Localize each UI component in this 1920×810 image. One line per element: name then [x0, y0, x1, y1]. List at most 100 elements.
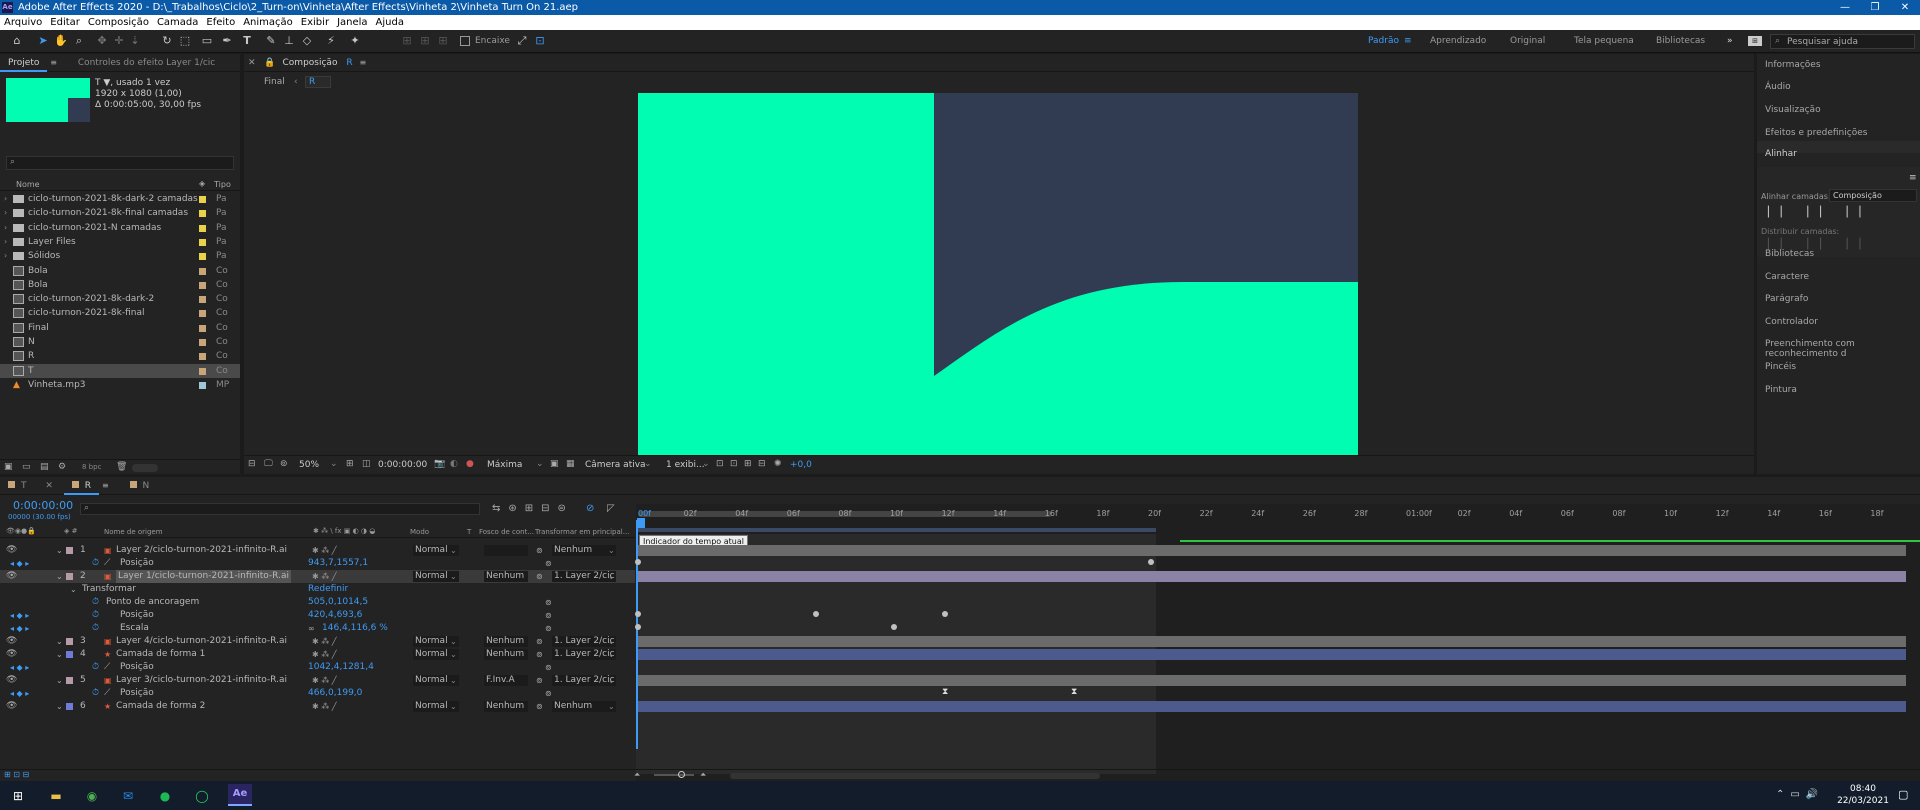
- chevron-down-icon[interactable]: ⌄: [56, 635, 63, 648]
- stopwatch-icon[interactable]: ⏱: [92, 609, 99, 622]
- label-color[interactable]: [199, 367, 206, 375]
- transparency-grid-icon[interactable]: ▦: [566, 459, 575, 469]
- menu-animacao[interactable]: Animação: [239, 15, 297, 30]
- stopwatch-icon[interactable]: ⏱: [92, 687, 99, 700]
- snap-checkbox[interactable]: [460, 36, 470, 46]
- property-value[interactable]: 505,0,1014,5: [308, 596, 368, 609]
- menu-janela[interactable]: Janela: [333, 15, 371, 30]
- panel-paragrafo[interactable]: Parágrafo: [1765, 294, 1808, 304]
- align-target-select[interactable]: Composição: [1829, 189, 1917, 202]
- tab-comp-r[interactable]: R: [63, 477, 100, 495]
- constrain-proportions-icon[interactable]: ∞: [308, 622, 315, 635]
- panel-efeitos-e-predefinicoes[interactable]: Efeitos e predefinições: [1765, 128, 1867, 138]
- layer-label-color[interactable]: [66, 703, 73, 710]
- tab-comp-name[interactable]: R: [342, 54, 356, 72]
- chevron-down-icon[interactable]: ⌄: [608, 544, 615, 557]
- col-parent[interactable]: Transformar em principal...: [535, 528, 629, 536]
- layer-label-color[interactable]: [66, 638, 73, 645]
- chevron-down-icon[interactable]: ⌄: [56, 674, 63, 687]
- keyframe-nav-icon[interactable]: ◂ ◆ ▸: [10, 609, 29, 622]
- label-color[interactable]: [199, 210, 206, 218]
- timeline-layer-row[interactable]: 👁 ⌄ 6 ★ Camada de forma 2 ✱ ⁂ ╱ Normal ⌄ Nenhum ⊚…: [0, 700, 635, 713]
- brush-tool-icon[interactable]: ✎: [264, 34, 278, 48]
- keyframe-marker[interactable]: [635, 559, 641, 565]
- panel-bibliotecas[interactable]: Bibliotecas: [1765, 249, 1814, 259]
- panel-pintura[interactable]: Pintura: [1765, 385, 1797, 395]
- hand-tool-icon[interactable]: ✋: [54, 34, 68, 48]
- snap-target-icon[interactable]: ⊡: [533, 34, 547, 48]
- eraser-tool-icon[interactable]: ◇: [300, 34, 314, 48]
- layer-switches-icon[interactable]: ✱ ⁂ ╱: [312, 544, 337, 557]
- close-icon[interactable]: ✕: [1890, 0, 1920, 15]
- magnification-icon[interactable]: ⊚: [280, 459, 288, 469]
- project-item[interactable]: R Co: [0, 349, 240, 363]
- rotate-tool-icon[interactable]: ↻: [160, 34, 174, 48]
- layer-label-color[interactable]: [66, 677, 73, 684]
- pan-camera-icon[interactable]: ✛: [112, 34, 126, 48]
- pen-tool-icon[interactable]: ✒: [220, 34, 234, 48]
- tab-menu-icon[interactable]: ≡: [102, 481, 109, 490]
- switches-header-icon[interactable]: ✱ ⁂ \ fx ▣ ◐ ◑ ◒: [313, 527, 375, 535]
- label-color[interactable]: [199, 253, 206, 261]
- project-item[interactable]: ciclo-turnon-2021-8k-final Co: [0, 306, 240, 320]
- label-color[interactable]: [199, 381, 206, 389]
- work-area-bar[interactable]: [636, 528, 1156, 532]
- keyframe-marker[interactable]: [942, 611, 948, 617]
- grid-icon[interactable]: ⊞: [346, 459, 354, 469]
- layer-duration-bar[interactable]: [638, 636, 1906, 647]
- layer-name[interactable]: Layer 1/ciclo-turnon-2021-infinito-R.ai: [116, 570, 291, 583]
- layer-name[interactable]: Layer 3/ciclo-turnon-2021-infinito-R.ai: [116, 674, 287, 687]
- orbit-camera-icon[interactable]: ✥: [95, 34, 109, 48]
- whatsapp-icon[interactable]: ◯: [192, 786, 212, 806]
- timeline-search-input[interactable]: ⌕: [80, 503, 480, 515]
- visibility-eye-icon[interactable]: 👁: [6, 648, 17, 661]
- hold-keyframe-icon[interactable]: ⧗: [942, 687, 948, 697]
- project-item[interactable]: Final Co: [0, 321, 240, 335]
- menu-arquivo[interactable]: Arquivo: [0, 15, 46, 30]
- puppet-tool-icon[interactable]: ✦: [348, 34, 362, 48]
- property-value[interactable]: 1042,4,1281,4: [308, 661, 374, 674]
- axis-view-icon[interactable]: ⊞: [436, 34, 450, 48]
- show-snapshot-icon[interactable]: ◐: [450, 459, 458, 469]
- chevron-right-icon[interactable]: ›: [4, 235, 7, 249]
- adjust-icon[interactable]: ⚙: [58, 462, 66, 472]
- timeline-zoom-slider[interactable]: [654, 774, 694, 776]
- hold-keyframe-icon[interactable]: ⧗: [1071, 687, 1077, 697]
- viewer-timecode[interactable]: 0:00:00:00: [378, 460, 427, 470]
- thumbnail-slider[interactable]: [132, 464, 158, 472]
- timeline-layer-row[interactable]: 👁 ⌄ 1 ▣ Layer 2/ciclo-turnon-2021-infinito-R…: [0, 544, 635, 557]
- stopwatch-icon[interactable]: ⏱: [92, 557, 99, 570]
- zoom-slider-handle[interactable]: [678, 771, 685, 778]
- rectangle-tool-icon[interactable]: ▭: [200, 34, 214, 48]
- chevron-down-icon[interactable]: ⌄: [450, 544, 457, 557]
- chevron-down-icon[interactable]: ⌄: [450, 635, 457, 648]
- pick-whip-icon[interactable]: ⊚: [536, 674, 543, 687]
- project-item[interactable]: › ciclo-turnon-2021-8k-final camadas Pa: [0, 206, 240, 220]
- align-buttons-icon[interactable]: ▕▏▕▏▕▏: [1761, 207, 1879, 218]
- project-item[interactable]: Bola Co: [0, 264, 240, 278]
- tab-menu-icon[interactable]: ≡: [50, 58, 57, 67]
- keyframe-nav-icon[interactable]: ◂ ◆ ▸: [10, 687, 29, 700]
- track-matte-select[interactable]: Nenhum: [484, 701, 528, 712]
- panel-audio[interactable]: Áudio: [1765, 82, 1791, 92]
- project-item[interactable]: T Co: [0, 363, 240, 378]
- workspace-tela-pequena[interactable]: Tela pequena: [1574, 36, 1634, 46]
- project-item[interactable]: N Co: [0, 335, 240, 349]
- col-type[interactable]: Tipo: [214, 180, 231, 189]
- label-color[interactable]: [199, 324, 206, 332]
- transform-property-row[interactable]: ⏱ Ponto de ancoragem 505,0,1014,5 ⊚: [0, 596, 635, 609]
- zoom-select[interactable]: 50%: [299, 460, 319, 470]
- dolly-camera-icon[interactable]: ⇣: [128, 34, 142, 48]
- layer-switches-icon[interactable]: ✱ ⁂ ╱: [312, 648, 337, 661]
- property-value[interactable]: 146,4,116,6 %: [322, 622, 388, 635]
- chevron-down-icon[interactable]: ⌄: [56, 700, 63, 713]
- parent-select[interactable]: 1. Layer 2/cic: [552, 675, 616, 686]
- chevron-down-icon[interactable]: ⌄: [70, 583, 77, 596]
- panel-pinceis[interactable]: Pincéis: [1765, 362, 1796, 372]
- expression-pickwhip-icon[interactable]: ⊚: [545, 557, 552, 570]
- stopwatch-icon[interactable]: ⏱: [92, 661, 99, 674]
- clock-date[interactable]: 22/03/2021: [1834, 796, 1892, 806]
- zoom-in-icon[interactable]: ⏶: [700, 770, 706, 780]
- keyframe-nav-icon[interactable]: ◂ ◆ ▸: [10, 622, 29, 635]
- zoom-tool-icon[interactable]: ⌕: [72, 34, 86, 48]
